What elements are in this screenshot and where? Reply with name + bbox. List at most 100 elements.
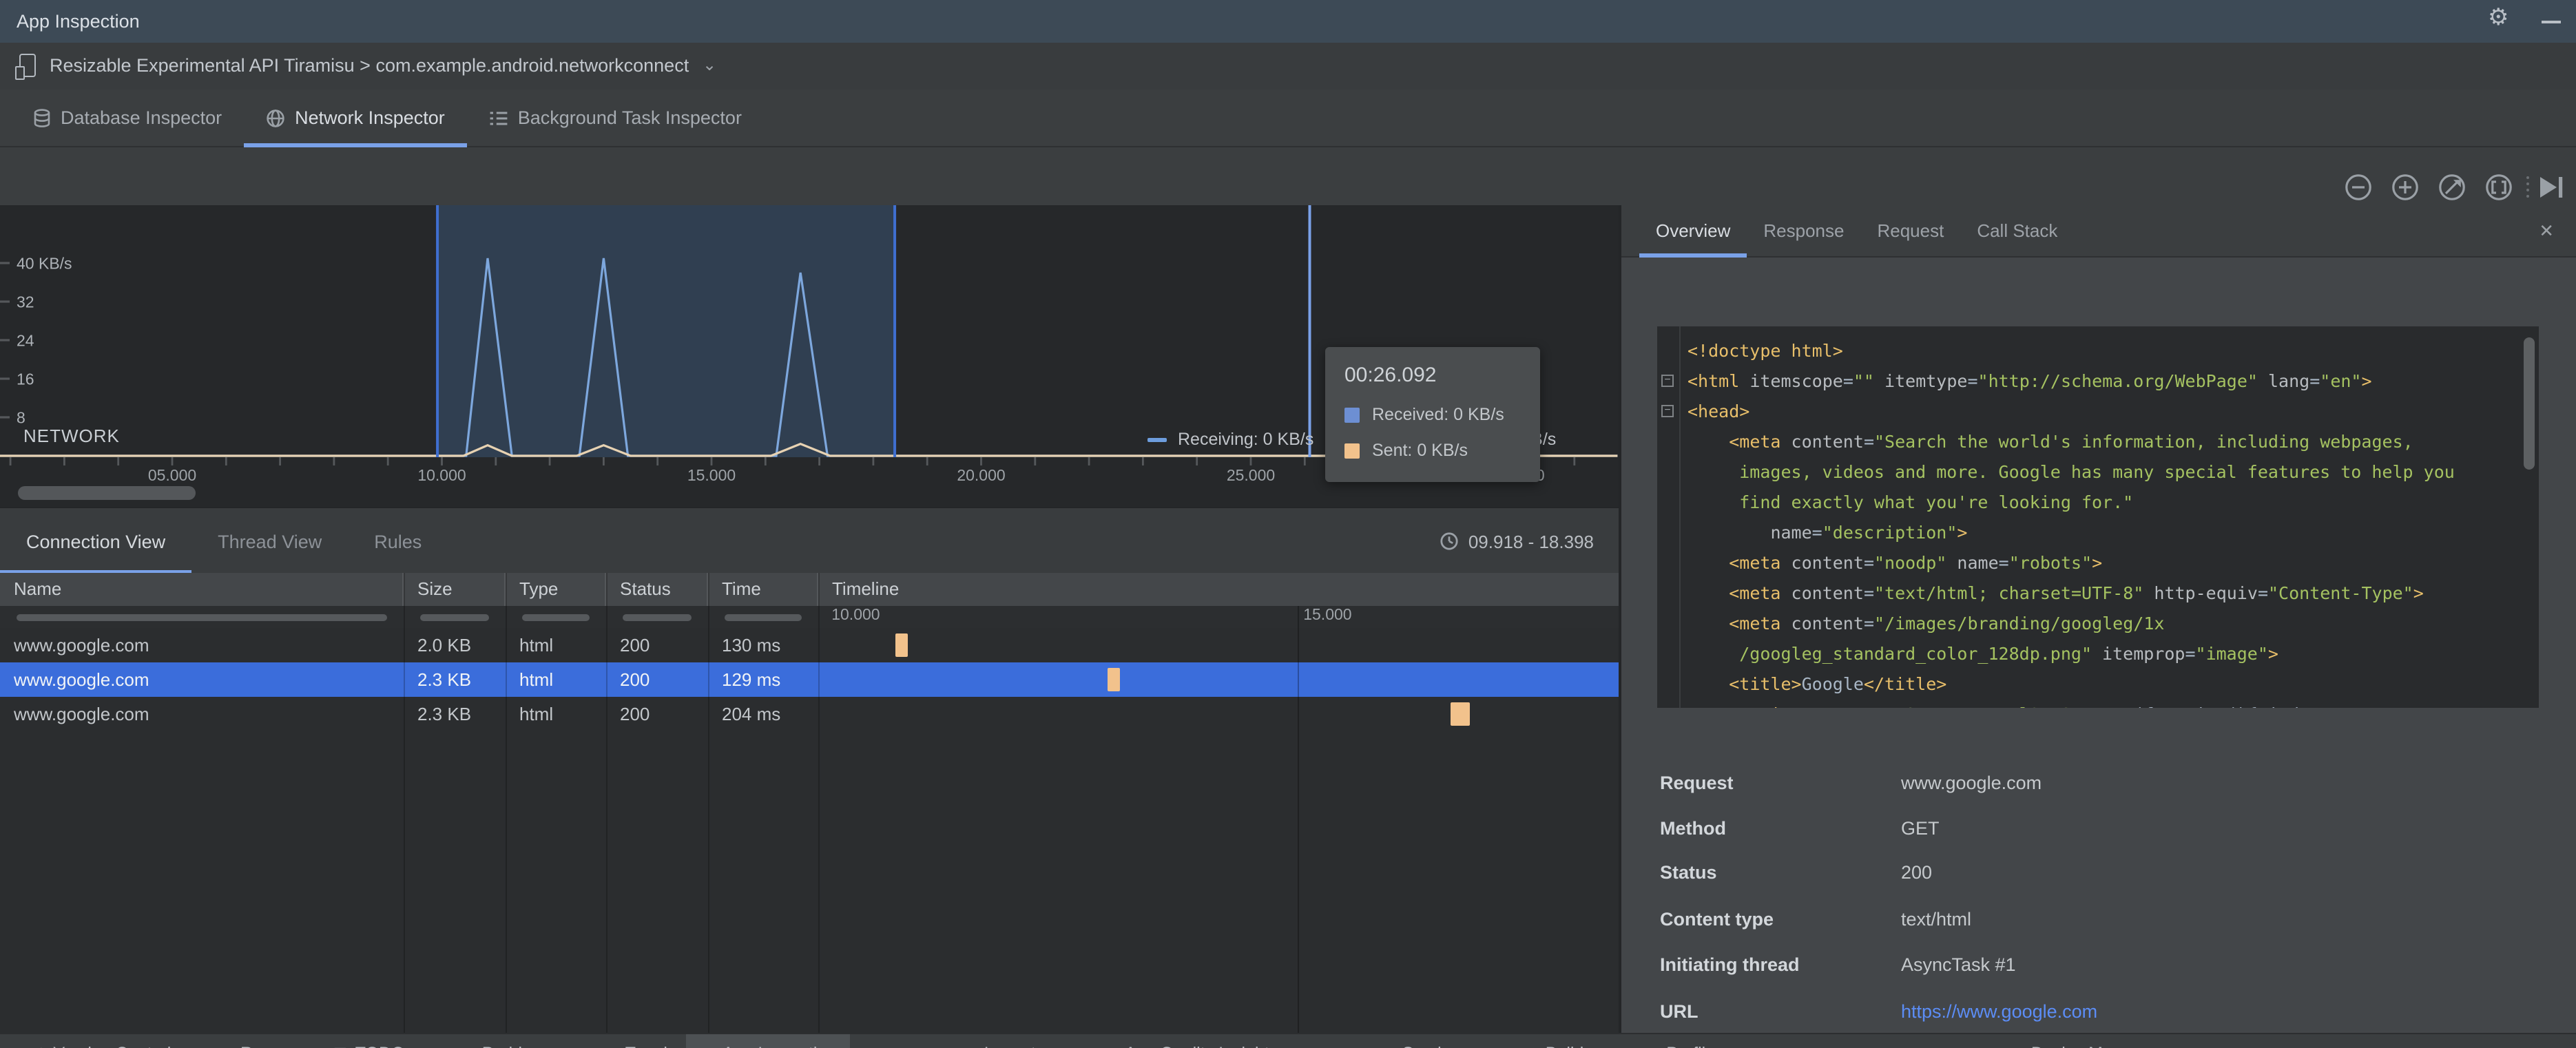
code-line: <title>Google</title> (1729, 673, 1947, 694)
process-selector-bar[interactable]: Resizable Experimental API Tiramisu > co… (0, 43, 2576, 91)
timeline-tick-label: 15.000 (1303, 607, 1352, 624)
code-line: <!doctype html> (1687, 340, 1843, 361)
fold-marker-icon[interactable]: − (1661, 374, 1674, 387)
cell-time: 204 ms (722, 704, 781, 724)
tab-background-task-inspector[interactable]: Background Task Inspector (467, 90, 764, 146)
chart-selection-region[interactable] (437, 205, 895, 457)
fold-marker-icon[interactable]: − (1661, 404, 1674, 417)
response-preview-code[interactable]: <!doctype html> <html itemscope="" itemty… (1657, 326, 2539, 708)
bottom-bar-item-icon: ◭ (1105, 1045, 1116, 1048)
bottom-bar-item-label: Logcat (984, 1044, 1036, 1048)
close-icon[interactable]: ✕ (2539, 220, 2554, 242)
bottom-bar-item-services[interactable]: ⚙ Services (1367, 1034, 1482, 1048)
zoom-in-icon[interactable] (2392, 174, 2418, 200)
cell-name: www.google.com (14, 704, 149, 724)
tab-rules[interactable]: Rules (348, 508, 448, 574)
inspector-tab-bar: Database Inspector Network Inspector Backg… (0, 90, 2576, 147)
receiving-legend-dash (1147, 437, 1167, 441)
detail-label: Request (1660, 773, 1734, 793)
code-line: <head> (1687, 401, 1750, 421)
zoom-to-selection-icon[interactable] (2486, 174, 2512, 200)
gear-icon[interactable]: ⚙ (2488, 4, 2509, 32)
detail-field-status: Status 200 (1660, 862, 2542, 890)
column-header-name[interactable]: Name (0, 573, 404, 606)
process-selector-label[interactable]: Resizable Experimental API Tiramisu > co… (50, 43, 689, 90)
tab-label: Network Inspector (295, 107, 445, 128)
dotted-separator (2526, 176, 2529, 197)
tab-thread-view[interactable]: Thread View (191, 508, 348, 574)
table-row[interactable]: www.google.com 2.3 KB html 200 129 ms (0, 662, 1619, 697)
bottom-bar-item-icon: ⌨ (595, 1045, 617, 1048)
column-header-timeline[interactable]: Timeline (818, 573, 1619, 606)
zoom-out-icon[interactable] (2345, 174, 2371, 200)
connection-details-panel: Overview Response Request Call Stack ✕ <!do… (1621, 205, 2576, 1033)
timeline-request-bar[interactable] (1108, 668, 1120, 691)
tab-call-stack[interactable]: Call Stack (1960, 205, 2074, 256)
cell-status: 200 (620, 669, 650, 690)
detail-field-method: Method GET (1660, 818, 2542, 846)
code-scrollbar-thumb[interactable] (2524, 337, 2535, 470)
column-divider (404, 573, 405, 1033)
reset-zoom-icon[interactable] (2439, 174, 2465, 200)
tab-request[interactable]: Request (1860, 205, 1960, 256)
code-line: <meta content="noodp" name="robots"> (1729, 552, 2103, 573)
cell-type: html (519, 669, 554, 690)
column-range-bar (623, 614, 692, 620)
url-link[interactable]: https://www.google.com (1901, 1001, 2097, 1022)
minimize-icon[interactable] (2542, 21, 2561, 23)
bottom-bar-item-icon: ▭ (2008, 1045, 2023, 1048)
bottom-bar-item-profiler[interactable]: ◷ Profiler (1631, 1034, 1734, 1048)
timeline-request-bar[interactable] (1451, 702, 1470, 726)
bottom-bar-item-icon: ⎇ (28, 1045, 45, 1048)
bottom-bar-item-build[interactable]: ⚒ Build (1510, 1034, 1597, 1048)
column-range-bar (17, 614, 387, 620)
tab-network-inspector[interactable]: Network Inspector (244, 90, 467, 147)
cell-status: 200 (620, 635, 650, 656)
tab-response[interactable]: Response (1747, 205, 1860, 256)
timeline-tick-label: 10.000 (831, 607, 880, 624)
cell-name: www.google.com (14, 635, 149, 656)
table-row[interactable]: www.google.com 2.0 KB html 200 130 ms (0, 628, 1619, 662)
column-header-status[interactable]: Status (606, 573, 708, 606)
y-axis-label: 16 (17, 370, 34, 388)
bottom-bar-item-label: App Inspection (723, 1044, 836, 1048)
clock-icon (1440, 532, 1458, 550)
bottom-bar-item-problems[interactable]: ⚠ Problems (446, 1034, 568, 1048)
bottom-bar-item-todo[interactable]: ☰ TODO (320, 1034, 419, 1048)
network-toolbar (0, 147, 2576, 207)
receiving-legend-label: Receiving: 0 KB/s (1178, 430, 1314, 449)
cell-size: 2.3 KB (417, 669, 472, 690)
tab-connection-view[interactable]: Connection View (0, 508, 192, 574)
bottom-bar-item-version-control[interactable]: ⎇ Version Control (14, 1034, 185, 1048)
detail-value: 200 (1901, 862, 1933, 883)
jump-to-live-icon[interactable] (2540, 176, 2563, 197)
received-swatch (1344, 407, 1360, 422)
chart-scrollbar-thumb[interactable] (18, 486, 196, 500)
column-header-time[interactable]: Time (708, 573, 818, 606)
detail-value: AsyncTask #1 (1901, 954, 2016, 975)
tab-database-inspector[interactable]: Database Inspector (11, 90, 244, 146)
column-header-type[interactable]: Type (506, 573, 606, 606)
chart-tooltip: 00:26.092 Received: 0 KB/s Sent: 0 KB/s (1325, 347, 1540, 482)
bottom-bar-item-app-inspection[interactable]: ▦ App Inspection (686, 1034, 851, 1048)
chevron-down-icon[interactable]: ⌄ (703, 43, 716, 87)
code-line: <meta content="text/html; charset=UTF-8"… (1729, 583, 2424, 603)
connection-table-header[interactable]: Name Size Type Status Time Timeline (0, 573, 1619, 606)
column-divider (708, 573, 709, 1033)
bottom-bar-item-app-quality-insights[interactable]: ◭ App Quality Insights (1091, 1034, 1291, 1048)
detail-field-url: URL https://www.google.com (1660, 1001, 2542, 1029)
cell-type: html (519, 704, 554, 724)
bottom-bar-item-logcat[interactable]: ▤ Logcat (948, 1034, 1050, 1048)
y-axis-label: 24 (17, 331, 34, 349)
bottom-bar-item-icon: ⚒ (1524, 1045, 1537, 1048)
detail-label: Status (1660, 862, 1717, 883)
tab-overview[interactable]: Overview (1639, 205, 1747, 258)
x-axis-label: 25.000 (1227, 466, 1275, 484)
bottom-bar-item-device-manager[interactable]: ▭ Device Manager (1995, 1034, 2170, 1048)
selected-time-range: 09.918 - 18.398 (1440, 508, 1594, 574)
table-row[interactable]: www.google.com 2.3 KB html 200 204 ms (0, 697, 1619, 731)
timeline-request-bar[interactable] (895, 633, 908, 657)
x-axis-label: 10.000 (417, 466, 466, 484)
column-header-size[interactable]: Size (404, 573, 506, 606)
bottom-bar-item-run[interactable]: ▶ Run (207, 1034, 286, 1048)
